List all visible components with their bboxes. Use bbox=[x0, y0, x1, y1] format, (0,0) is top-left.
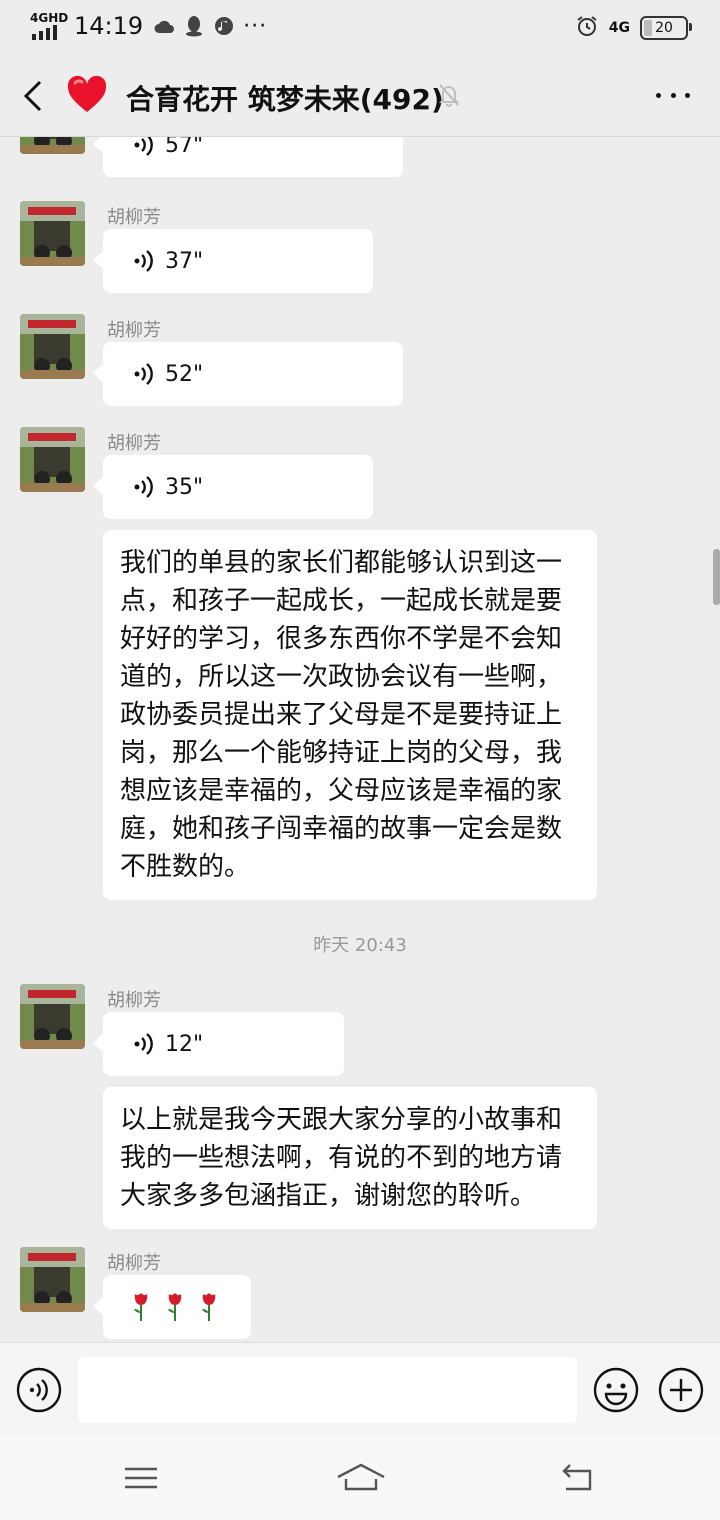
avatar[interactable] bbox=[20, 314, 85, 379]
qq-icon bbox=[183, 15, 205, 37]
more-dot-icon bbox=[685, 92, 690, 98]
voice-wave-icon bbox=[134, 1033, 153, 1055]
voice-message[interactable]: 12" bbox=[93, 1012, 344, 1076]
voice-message[interactable]: 57" bbox=[93, 137, 403, 177]
clock: 14:19 bbox=[74, 12, 144, 40]
status-bar: 4GHD 14:19 ··· 4G 20 bbox=[0, 0, 720, 56]
menu-button[interactable] bbox=[121, 1461, 161, 1495]
voice-wave-icon bbox=[134, 476, 153, 498]
message-list[interactable]: 57" 胡柳芳 37" 胡柳芳 52" 胡柳芳 35" 我们的单县的家长们都能够… bbox=[0, 137, 720, 1342]
voice-wave-icon bbox=[134, 363, 153, 385]
rose-icon bbox=[202, 1293, 216, 1321]
heart-icon bbox=[66, 74, 108, 116]
home-icon bbox=[337, 1463, 385, 1491]
voice-message[interactable]: 37" bbox=[93, 229, 373, 293]
voice-message[interactable]: 35" bbox=[93, 455, 373, 519]
network-4g-label: 4G bbox=[608, 20, 630, 36]
battery-level: 20 bbox=[655, 20, 673, 36]
cloud-icon bbox=[153, 15, 175, 37]
more-actions-button[interactable] bbox=[658, 1367, 704, 1413]
more-dot-icon bbox=[656, 92, 661, 98]
rose-icons bbox=[103, 1275, 251, 1339]
rose-icon bbox=[134, 1293, 148, 1321]
cellular-signal-icon: 4GHD bbox=[30, 12, 68, 40]
emoji-message[interactable] bbox=[93, 1275, 251, 1339]
sender-name: 胡柳芳 bbox=[107, 320, 161, 341]
sender-name: 胡柳芳 bbox=[107, 990, 161, 1011]
scrollbar[interactable] bbox=[713, 549, 720, 605]
text-message[interactable]: 以上就是我今天跟大家分享的小故事和我的一些想法啊，有说的不到的地方请大家多多包涵… bbox=[103, 1087, 597, 1229]
voice-input-button[interactable] bbox=[16, 1367, 62, 1413]
more-dot-icon bbox=[670, 92, 676, 98]
back-arrow-icon bbox=[23, 80, 42, 112]
more-options-button[interactable] bbox=[656, 78, 690, 112]
voice-duration: 35" bbox=[165, 474, 204, 500]
voice-icon bbox=[16, 1367, 62, 1413]
voice-wave-icon bbox=[134, 250, 153, 272]
return-icon bbox=[562, 1464, 592, 1491]
message-timestamp: 昨天 20:43 bbox=[313, 935, 407, 956]
battery-icon: 20 bbox=[640, 16, 692, 40]
system-navigation-bar bbox=[0, 1437, 720, 1520]
back-button[interactable] bbox=[20, 78, 50, 114]
sender-name: 胡柳芳 bbox=[107, 207, 161, 228]
voice-duration: 52" bbox=[165, 361, 204, 387]
avatar[interactable] bbox=[20, 201, 85, 266]
back-nav-button[interactable] bbox=[558, 1461, 598, 1495]
mute-bell-icon bbox=[436, 82, 462, 108]
voice-wave-icon bbox=[134, 137, 153, 156]
voice-duration: 57" bbox=[165, 137, 204, 158]
network-type-label: 4GHD bbox=[30, 11, 69, 25]
chat-title: 合育花开 筑梦未来(492) bbox=[126, 83, 444, 116]
avatar[interactable] bbox=[20, 1247, 85, 1312]
avatar[interactable] bbox=[20, 137, 85, 154]
input-bar bbox=[0, 1342, 720, 1437]
plus-icon bbox=[658, 1367, 704, 1413]
sender-name: 胡柳芳 bbox=[107, 433, 161, 454]
voice-duration: 37" bbox=[165, 248, 204, 274]
menu-icon bbox=[125, 1467, 157, 1489]
emoji-button[interactable] bbox=[593, 1367, 639, 1413]
voice-message[interactable]: 52" bbox=[93, 342, 403, 406]
message-input[interactable] bbox=[78, 1357, 577, 1423]
rose-icon bbox=[168, 1293, 182, 1321]
sender-name: 胡柳芳 bbox=[107, 1253, 161, 1274]
avatar[interactable] bbox=[20, 427, 85, 492]
voice-duration: 12" bbox=[165, 1031, 204, 1057]
alarm-icon bbox=[575, 14, 599, 42]
more-notifications-indicator: ··· bbox=[243, 13, 268, 39]
text-message[interactable]: 我们的单县的家长们都能够认识到这一点，和孩子一起成长，一起成长就是要好好的学习，… bbox=[103, 530, 597, 900]
home-button[interactable] bbox=[336, 1461, 386, 1495]
chat-header: 合育花开 筑梦未来(492) bbox=[0, 56, 720, 137]
music-icon bbox=[213, 15, 235, 37]
avatar[interactable] bbox=[20, 984, 85, 1049]
smiley-icon bbox=[593, 1367, 639, 1413]
